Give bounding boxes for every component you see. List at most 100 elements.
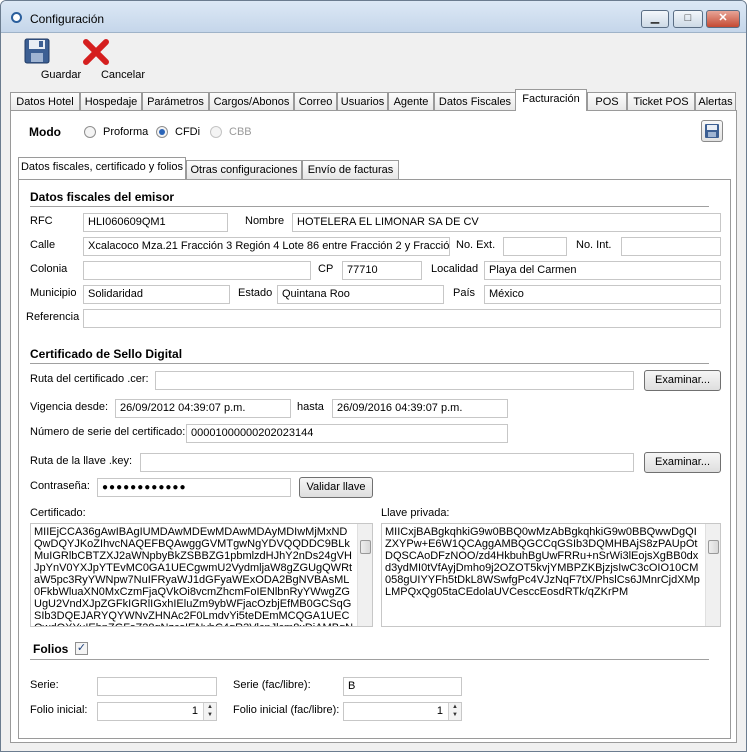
serie-field[interactable] <box>97 677 217 696</box>
certificado-label: Certificado: <box>30 507 86 519</box>
llave-privada-label: Llave privada: <box>381 507 450 519</box>
folio-inicial-label: Folio inicial: <box>30 704 88 716</box>
title-bar: Configuración ▁ □ ✕ <box>1 1 746 33</box>
cp-label: CP <box>318 263 334 275</box>
vigencia-hasta-field[interactable]: 26/09/2016 04:39:07 p.m. <box>332 399 508 418</box>
close-button[interactable]: ✕ <box>706 10 740 28</box>
folio-inicial-value: 1 <box>191 705 198 717</box>
vigencia-label: Vigencia desde: <box>30 401 109 413</box>
spin-buttons[interactable]: ▲ ▼ <box>448 703 461 720</box>
radio-cbb <box>210 126 222 138</box>
noint-label: No. Int. <box>576 239 612 251</box>
estado-label: Estado <box>238 287 273 299</box>
tab-parametros[interactable]: Parámetros <box>142 92 209 111</box>
scroll-thumb[interactable] <box>360 540 371 554</box>
tab-envio-facturas[interactable]: Envío de facturas <box>302 160 399 179</box>
tab-cargos-abonos[interactable]: Cargos/Abonos <box>209 92 294 111</box>
nombre-label: Nombre <box>245 215 285 227</box>
llave-privada-text: MIICxjBABgkqhkiG9w0BBQ0wMzAbBgkqhkiG9w0B… <box>385 526 700 598</box>
tab-correo[interactable]: Correo <box>294 92 337 111</box>
numero-serie-field[interactable]: 00001000000202023144 <box>186 424 508 443</box>
calle-label: Calle <box>30 239 56 251</box>
estado-field[interactable]: Quintana Roo <box>277 285 444 304</box>
ruta-cer-label: Ruta del certificado .cer: <box>30 373 149 385</box>
radio-cfdi[interactable] <box>156 126 168 138</box>
tab-pos[interactable]: POS <box>587 92 627 111</box>
municipio-field[interactable]: Solidaridad <box>83 285 230 304</box>
tab-hospedaje[interactable]: Hospedaje <box>80 92 142 111</box>
tab-facturacion[interactable]: Facturación <box>515 89 587 111</box>
nombre-field[interactable]: HOTELERA EL LIMONAR SA DE CV <box>292 213 721 232</box>
llave-privada-textarea[interactable]: MIICxjBABgkqhkiG9w0BBQ0wMzAbBgkqhkiG9w0B… <box>381 523 721 627</box>
serie-fac-field[interactable]: B <box>343 677 462 696</box>
tab-agente[interactable]: Agente <box>388 92 434 111</box>
tab-otras-configuraciones[interactable]: Otras configuraciones <box>186 160 302 179</box>
folio-inicial-fac-value: 1 <box>436 705 443 717</box>
colonia-field[interactable] <box>83 261 311 280</box>
contrasena-label: Contraseña: <box>30 480 90 492</box>
pais-label: País <box>453 287 476 299</box>
proforma-label: Proforma <box>103 126 149 138</box>
calle-field[interactable]: Xcalacoco Mza.21 Fracción 3 Región 4 Lot… <box>83 237 450 256</box>
folios-checkbox[interactable]: ✓ <box>75 642 88 655</box>
tab-datos-fiscales[interactable]: Datos Fiscales <box>434 92 516 111</box>
referencia-field[interactable] <box>83 309 721 328</box>
save-icon <box>705 124 719 138</box>
certificado-text: MIIEjCCA36gAwIBAgIUMDAwMDEwMDAwMDAyMDIwM… <box>34 526 353 626</box>
contrasena-field[interactable]: ●●●●●●●●●●●● <box>97 478 291 497</box>
radio-proforma[interactable] <box>84 126 96 138</box>
config-window: Configuración ▁ □ ✕ Guardar Cancelar Dat… <box>0 0 747 752</box>
cancel-button[interactable]: Cancelar <box>69 35 145 85</box>
cfdi-label: CFDi <box>175 126 201 138</box>
section-divider <box>30 363 709 364</box>
municipio-label: Municipio <box>30 287 77 299</box>
scroll-thumb[interactable] <box>708 540 719 554</box>
cp-field[interactable]: 77710 <box>342 261 422 280</box>
noext-field[interactable] <box>503 237 567 256</box>
referencia-label: Referencia <box>26 311 80 323</box>
folio-inicial-stepper[interactable]: 1 ▲ ▼ <box>97 702 217 721</box>
certificado-section-title: Certificado de Sello Digital <box>30 347 183 361</box>
llave-scrollbar[interactable] <box>705 524 720 626</box>
hasta-label: hasta <box>297 401 324 413</box>
ruta-cer-field[interactable] <box>155 371 634 390</box>
ruta-key-field[interactable] <box>140 453 634 472</box>
save-icon <box>24 38 50 64</box>
colonia-label: Colonia <box>30 263 68 275</box>
localidad-field[interactable]: Playa del Carmen <box>484 261 721 280</box>
rfc-label: RFC <box>30 215 53 227</box>
facturacion-panel: Modo Proforma CFDi CBB Datos fiscales, c… <box>10 110 737 743</box>
rfc-field[interactable]: HLI060609QM1 <box>83 213 228 232</box>
maximize-button[interactable]: □ <box>673 10 703 28</box>
numero-serie-label: Número de serie del certificado: <box>30 426 186 438</box>
tab-usuarios[interactable]: Usuarios <box>337 92 388 111</box>
minimize-button[interactable]: ▁ <box>641 10 669 28</box>
examinar-cer-button[interactable]: Examinar... <box>644 370 721 391</box>
validar-llave-button[interactable]: Validar llave <box>299 477 373 498</box>
localidad-label: Localidad <box>431 263 479 275</box>
cbb-label: CBB <box>229 126 252 138</box>
tab-alertas[interactable]: Alertas <box>695 92 736 111</box>
tab-ticket-pos[interactable]: Ticket POS <box>627 92 695 111</box>
folio-inicial-fac-stepper[interactable]: 1 ▲ ▼ <box>343 702 462 721</box>
certificado-scrollbar[interactable] <box>357 524 372 626</box>
pais-field[interactable]: México <box>484 285 721 304</box>
noext-label: No. Ext. <box>456 239 496 251</box>
save-button[interactable]: Guardar <box>13 35 81 85</box>
tab-datos-fiscales-certificado-folios[interactable]: Datos fiscales, certificado y folios <box>18 157 186 179</box>
save-settings-button[interactable] <box>701 120 723 142</box>
certificado-textarea[interactable]: MIIEjCCA36gAwIBAgIUMDAwMDEwMDAwMDAyMDIwM… <box>30 523 373 627</box>
folio-inicial-fac-label: Folio inicial (fac/libre): <box>233 704 340 716</box>
section-divider <box>30 659 709 660</box>
noint-field[interactable] <box>621 237 721 256</box>
cancel-label: Cancelar <box>100 69 146 81</box>
spin-buttons[interactable]: ▲ ▼ <box>203 703 216 720</box>
cancel-x-icon <box>83 39 109 65</box>
section-divider <box>30 206 709 207</box>
tab-datos-hotel[interactable]: Datos Hotel <box>10 92 80 111</box>
toolbar: Guardar Cancelar <box>1 33 746 87</box>
modo-label: Modo <box>29 125 61 139</box>
examinar-key-button[interactable]: Examinar... <box>644 452 721 473</box>
vigencia-desde-field[interactable]: 26/09/2012 04:39:07 p.m. <box>115 399 291 418</box>
serie-fac-label: Serie (fac/libre): <box>233 679 311 691</box>
